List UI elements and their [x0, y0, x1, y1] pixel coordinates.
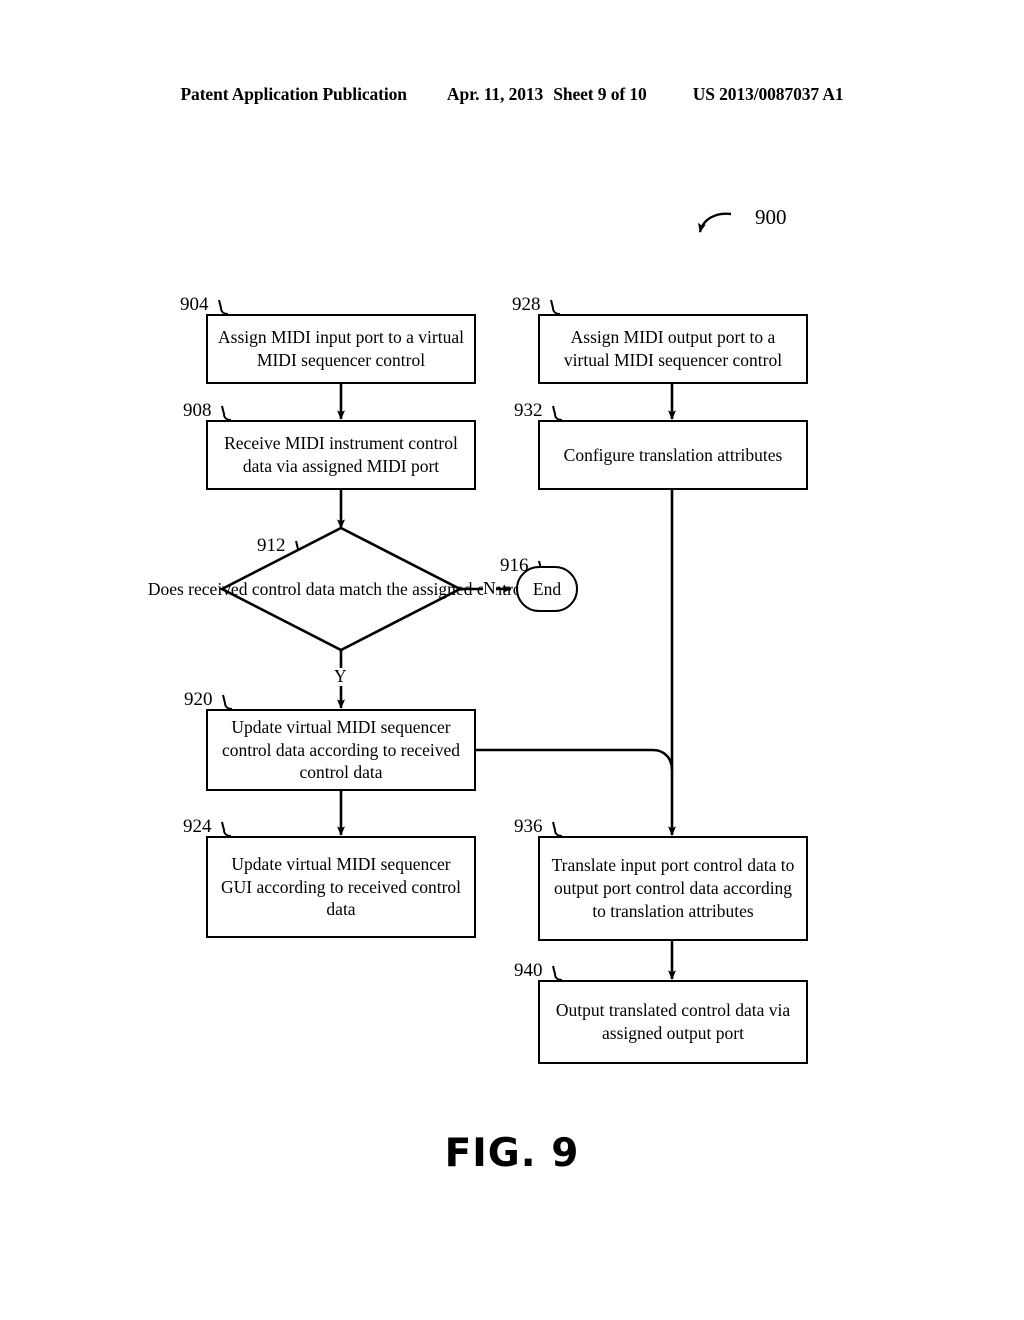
ref-num-924: 924 [183, 816, 212, 837]
diagram-ref-900-arrow [698, 212, 732, 233]
ref-num-908: 908 [183, 400, 212, 421]
ref-num-928: 928 [512, 294, 541, 315]
figure-9-flowchart: 900 904 Assign MIDI input port to a virt… [0, 0, 1024, 1320]
branch-label-no: N [483, 578, 496, 598]
ref-num-940: 940 [514, 960, 543, 981]
branch-label-yes: Y [334, 666, 347, 686]
ref-num-916: 916 [500, 555, 529, 576]
node-924-update-sequencer-gui: Update virtual MIDI sequencer GUI accord… [206, 836, 476, 938]
ref-num-932: 932 [514, 400, 543, 421]
node-908-receive-midi-instrument-control-data: Receive MIDI instrument control data via… [206, 420, 476, 490]
node-904-label: Assign MIDI input port to a virtual MIDI… [218, 327, 464, 370]
node-936-label: Translate input port control data to out… [551, 855, 795, 921]
diagram-ref-900: 900 [755, 205, 787, 229]
node-920-update-sequencer-control-data: Update virtual MIDI sequencer control da… [206, 709, 476, 791]
node-916-label: End [532, 578, 562, 599]
figure-caption: FIG. 9 [444, 1131, 580, 1176]
node-928-label: Assign MIDI output port to a virtual MID… [563, 327, 783, 370]
edge-920-936 [476, 748, 674, 771]
node-940-label: Output translated control data via assig… [555, 1000, 791, 1043]
node-912-label: Does received control data match the ass… [147, 578, 535, 599]
node-932-configure-translation-attributes: Configure translation attributes [538, 420, 808, 490]
node-924-label: Update virtual MIDI sequencer GUI accord… [220, 853, 462, 920]
ref-num-904: 904 [180, 294, 209, 315]
flowchart-connectors [218, 212, 732, 981]
ref-num-920: 920 [184, 689, 213, 710]
node-920-label: Update virtual MIDI sequencer control da… [221, 716, 461, 783]
node-928-assign-midi-output-port: Assign MIDI output port to a virtual MID… [538, 314, 808, 384]
node-932-label: Configure translation attributes [563, 444, 783, 465]
node-904-assign-midi-input-port: Assign MIDI input port to a virtual MIDI… [206, 314, 476, 384]
ref-num-936: 936 [514, 816, 543, 837]
node-940-output-translated-control-data: Output translated control data via assig… [538, 980, 808, 1064]
node-908-label: Receive MIDI instrument control data via… [224, 433, 458, 476]
node-936-translate-input-to-output-port: Translate input port control data to out… [538, 836, 808, 941]
ref-num-912: 912 [257, 535, 286, 556]
